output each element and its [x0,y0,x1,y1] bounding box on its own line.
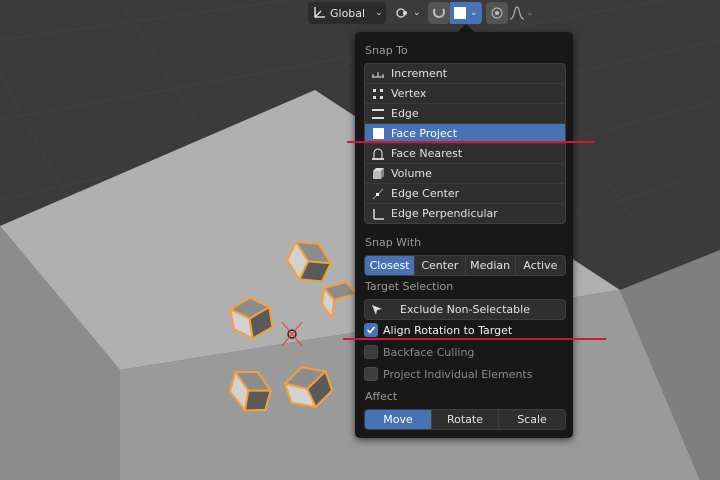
chevron-down-icon: ⌄ [526,8,534,18]
snap-option-face-nearest[interactable]: Face Nearest [365,143,565,163]
align-rotation-label: Align Rotation to Target [383,323,513,337]
edge-icon [365,104,391,123]
snap-option-label: Volume [391,167,432,180]
snap-option-volume[interactable]: Volume [365,163,565,183]
snap-option-label: Face Project [391,127,458,140]
checkmark-icon [364,323,378,337]
face-icon [450,3,470,23]
snap-option-edge[interactable]: Edge [365,103,565,123]
backface-culling-checkbox[interactable]: Backface Culling [364,343,564,361]
snap-option-face-project[interactable]: Face Project [365,123,565,143]
affect-scale[interactable]: Scale [498,410,565,429]
snap-option-edge-perpendicular[interactable]: Edge Perpendicular [365,203,565,223]
target-selection-label: Target Selection [365,280,454,293]
exclude-non-selectable-button[interactable]: Exclude Non-Selectable [364,299,566,320]
affect-selector: Move Rotate Scale [364,409,566,430]
cursor-arrow-icon [365,304,389,316]
checkbox-empty-icon [364,367,378,381]
snap-target-dropdown[interactable]: ⌄ [450,2,482,24]
edge-perpendicular-icon [365,204,391,223]
chevron-down-icon: ⌄ [413,8,421,18]
project-individual-label: Project Individual Elements [383,367,533,381]
align-rotation-checkbox[interactable]: Align Rotation to Target [364,321,564,339]
exclude-button-label: Exclude Non-Selectable [400,303,530,316]
snap-with-median[interactable]: Median [464,256,515,275]
affect-rotate[interactable]: Rotate [431,410,498,429]
snapping-popover: Snap To Increment Vertex Edge Face Proje… [355,32,573,438]
snap-to-label: Snap To [365,44,408,57]
chevron-down-icon: ⌄ [470,8,478,18]
volume-icon [365,164,391,183]
increment-icon [365,64,391,83]
snap-option-vertex[interactable]: Vertex [365,83,565,103]
axes-icon [308,6,330,20]
snap-toggle-button[interactable] [428,2,450,24]
snap-option-label: Vertex [391,87,427,100]
snap-with-active[interactable]: Active [514,256,565,275]
backface-culling-label: Backface Culling [383,345,475,359]
falloff-dropdown[interactable]: ⌄ [508,2,538,24]
proportional-editing-button[interactable] [486,2,508,24]
annotation-underline [343,338,606,340]
vertex-icon [365,84,391,103]
snap-option-label: Increment [391,67,448,80]
snap-option-label: Edge [391,107,419,120]
snap-with-center[interactable]: Center [414,256,464,275]
annotation-underline [347,141,594,143]
snap-with-closest[interactable]: Closest [365,256,415,275]
snap-option-label: Edge Perpendicular [391,207,498,220]
affect-move[interactable]: Move [365,410,431,429]
link-icon [393,3,413,23]
face-nearest-icon [365,144,391,163]
snap-with-label: Snap With [365,236,422,249]
snap-option-increment[interactable]: Increment [365,64,565,83]
orientation-label: Global [330,6,366,20]
snap-option-edge-center[interactable]: Edge Center [365,183,565,203]
snap-to-list: Increment Vertex Edge Face Project Face … [364,63,566,224]
falloff-curve-icon [508,3,526,23]
checkbox-empty-icon [364,345,378,359]
transform-orientation-dropdown[interactable]: Global ⌄ [308,2,386,24]
edge-center-icon [365,184,391,203]
popup-pointer [458,24,474,32]
affect-label: Affect [365,390,398,403]
snap-option-label: Edge Center [391,187,460,200]
circle-icon [486,3,508,23]
snap-option-label: Face Nearest [391,147,463,160]
pivot-point-dropdown[interactable]: ⌄ [393,2,425,24]
project-individual-elements-checkbox[interactable]: Project Individual Elements [364,365,564,383]
chevron-down-icon: ⌄ [375,8,383,18]
magnet-icon [428,3,450,23]
snap-with-selector: Closest Center Median Active [364,255,566,276]
